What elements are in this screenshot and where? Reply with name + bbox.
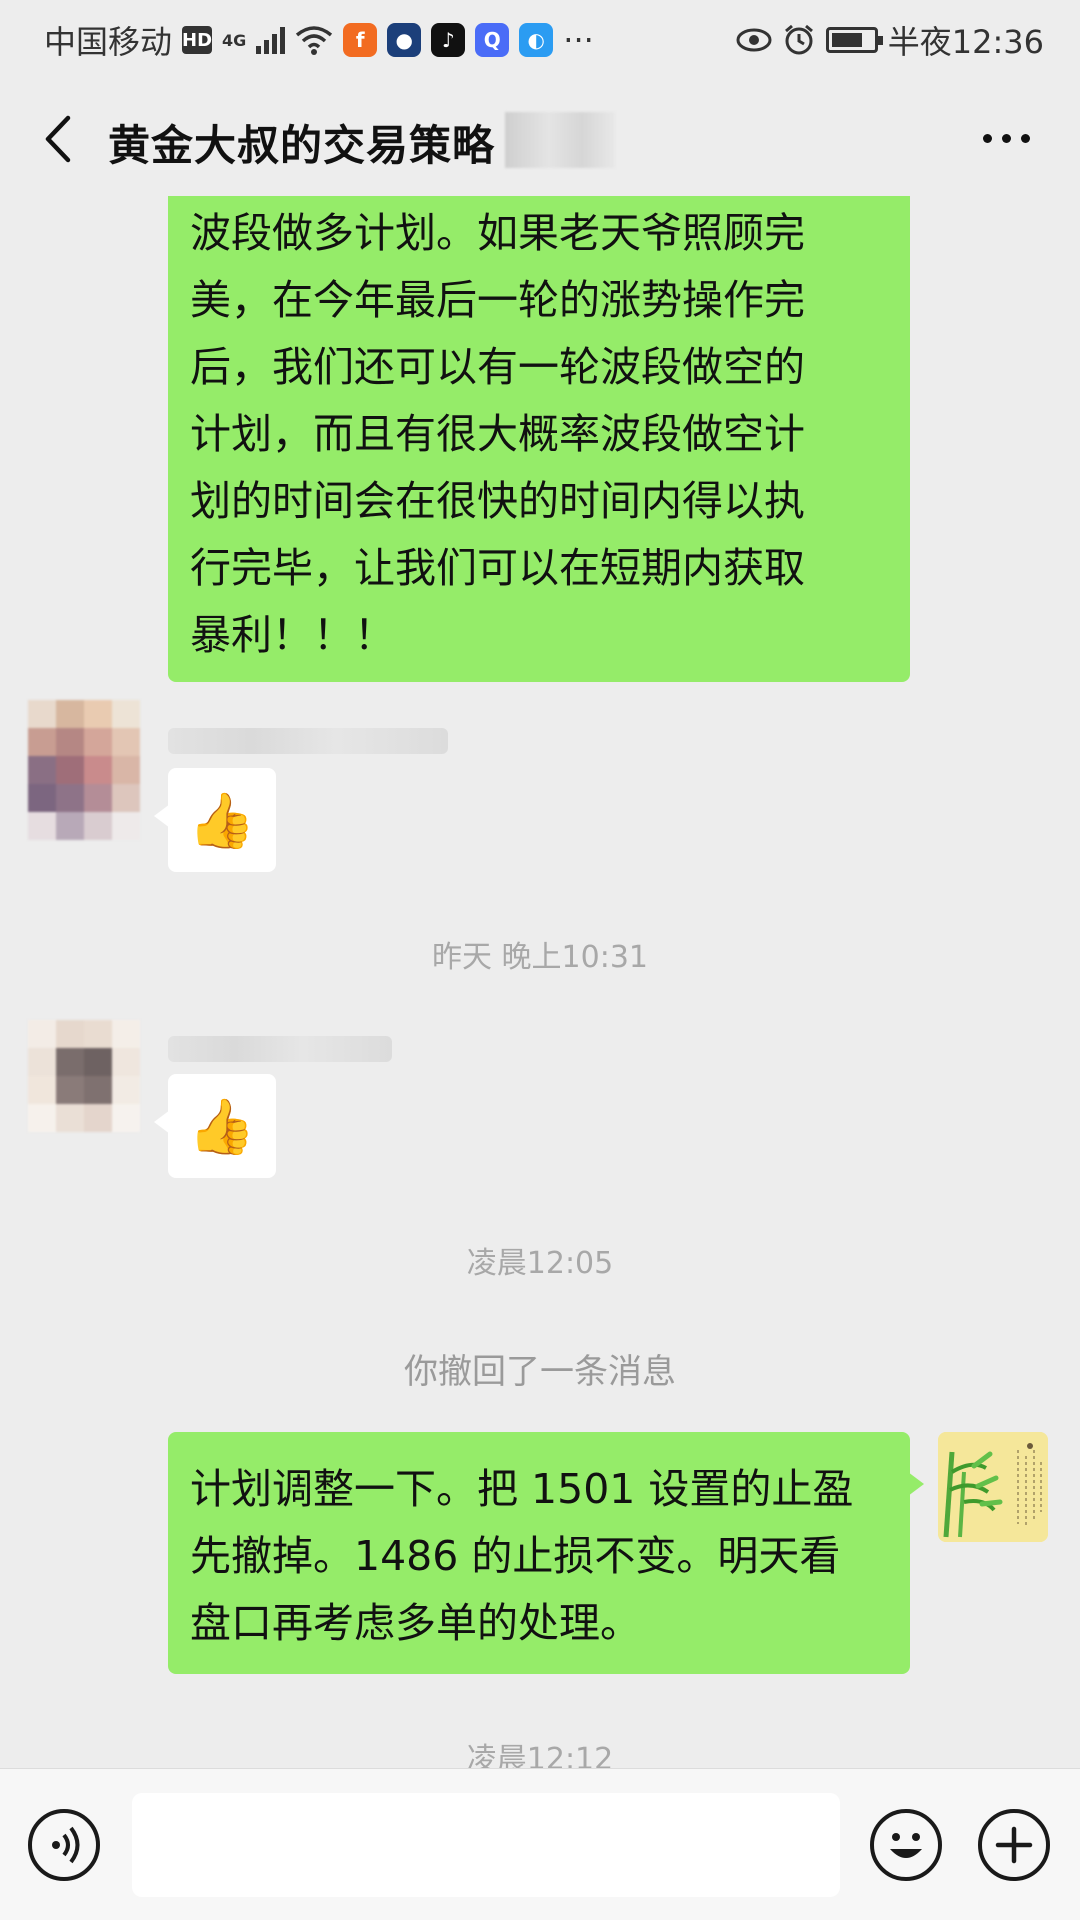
message-input[interactable] [132,1793,840,1897]
more-dots-icon[interactable] [983,134,1030,143]
status-bar: 中国移动 HD 4G f ● ♪ Q ◐ ··· 半夜12:36 [0,0,1080,80]
app-notification-icon: ● [387,23,422,57]
incoming-sticker-bubble[interactable]: 👍 [154,1074,276,1178]
my-avatar[interactable] [938,1432,1048,1542]
timestamp: 凌晨12:05 [466,1246,614,1281]
outgoing-message-bubble[interactable]: 计划调整一下。把 1501 设置的止盈 先撤掉。1486 的止损不变。明天看 盘… [168,1432,924,1674]
avatar[interactable] [28,700,140,840]
app-notification-icon: Q [475,23,510,57]
battery-icon [825,27,883,53]
incoming-sticker-bubble[interactable]: 👍 [154,768,276,872]
plus-icon[interactable] [978,1809,1050,1881]
message-text: 波段做多计划。如果老天爷照顾完 美，在今年最后一轮的涨势操作完 后，我们还可以有… [190,209,805,659]
thumbs-up-icon: 👍 [188,788,256,852]
chat-title: 黄金大叔的交易策略 [108,121,496,170]
tiktok-icon: ♪ [431,23,466,57]
status-left: 中国移动 HD 4G f ● ♪ Q ◐ ··· [44,17,594,63]
back-arrow-icon[interactable] [38,114,78,164]
voice-icon[interactable] [28,1809,100,1881]
message-text: 计划调整一下。把 1501 设置的止盈 先撤掉。1486 的止损不变。明天看 盘… [190,1465,854,1647]
title-redaction [505,112,615,168]
app-notification-icon: f [343,23,378,57]
outgoing-message-bubble[interactable]: 波段做多计划。如果老天爷照顾完 美，在今年最后一轮的涨势操作完 后，我们还可以有… [168,196,910,682]
more-notifications-indicator: ··· [563,21,594,59]
sender-name-redacted [168,728,448,754]
avatar[interactable] [28,1020,140,1132]
status-right: 半夜12:36 [736,17,1044,63]
thumbs-up-icon: 👍 [188,1094,256,1158]
input-bar [0,1768,1080,1920]
network-type-label: 4G [222,30,247,50]
carrier-label: 中国移动 [44,23,173,61]
app-notification-icon: ◐ [519,23,554,57]
timestamp: 昨天 晚上10:31 [432,940,648,975]
eye-icon [736,28,772,52]
alarm-icon [784,24,813,55]
status-time: 半夜12:36 [887,23,1044,61]
wifi-icon [296,26,333,55]
hd-badge: HD [182,26,212,54]
signal-icon [256,26,286,54]
bamboo-icon [938,1432,1048,1542]
recall-notice: 你撤回了一条消息 [404,1352,676,1392]
emoji-icon[interactable] [870,1809,942,1881]
sender-name-redacted [168,1036,392,1062]
chat-header: 黄金大叔的交易策略 [0,80,1080,196]
